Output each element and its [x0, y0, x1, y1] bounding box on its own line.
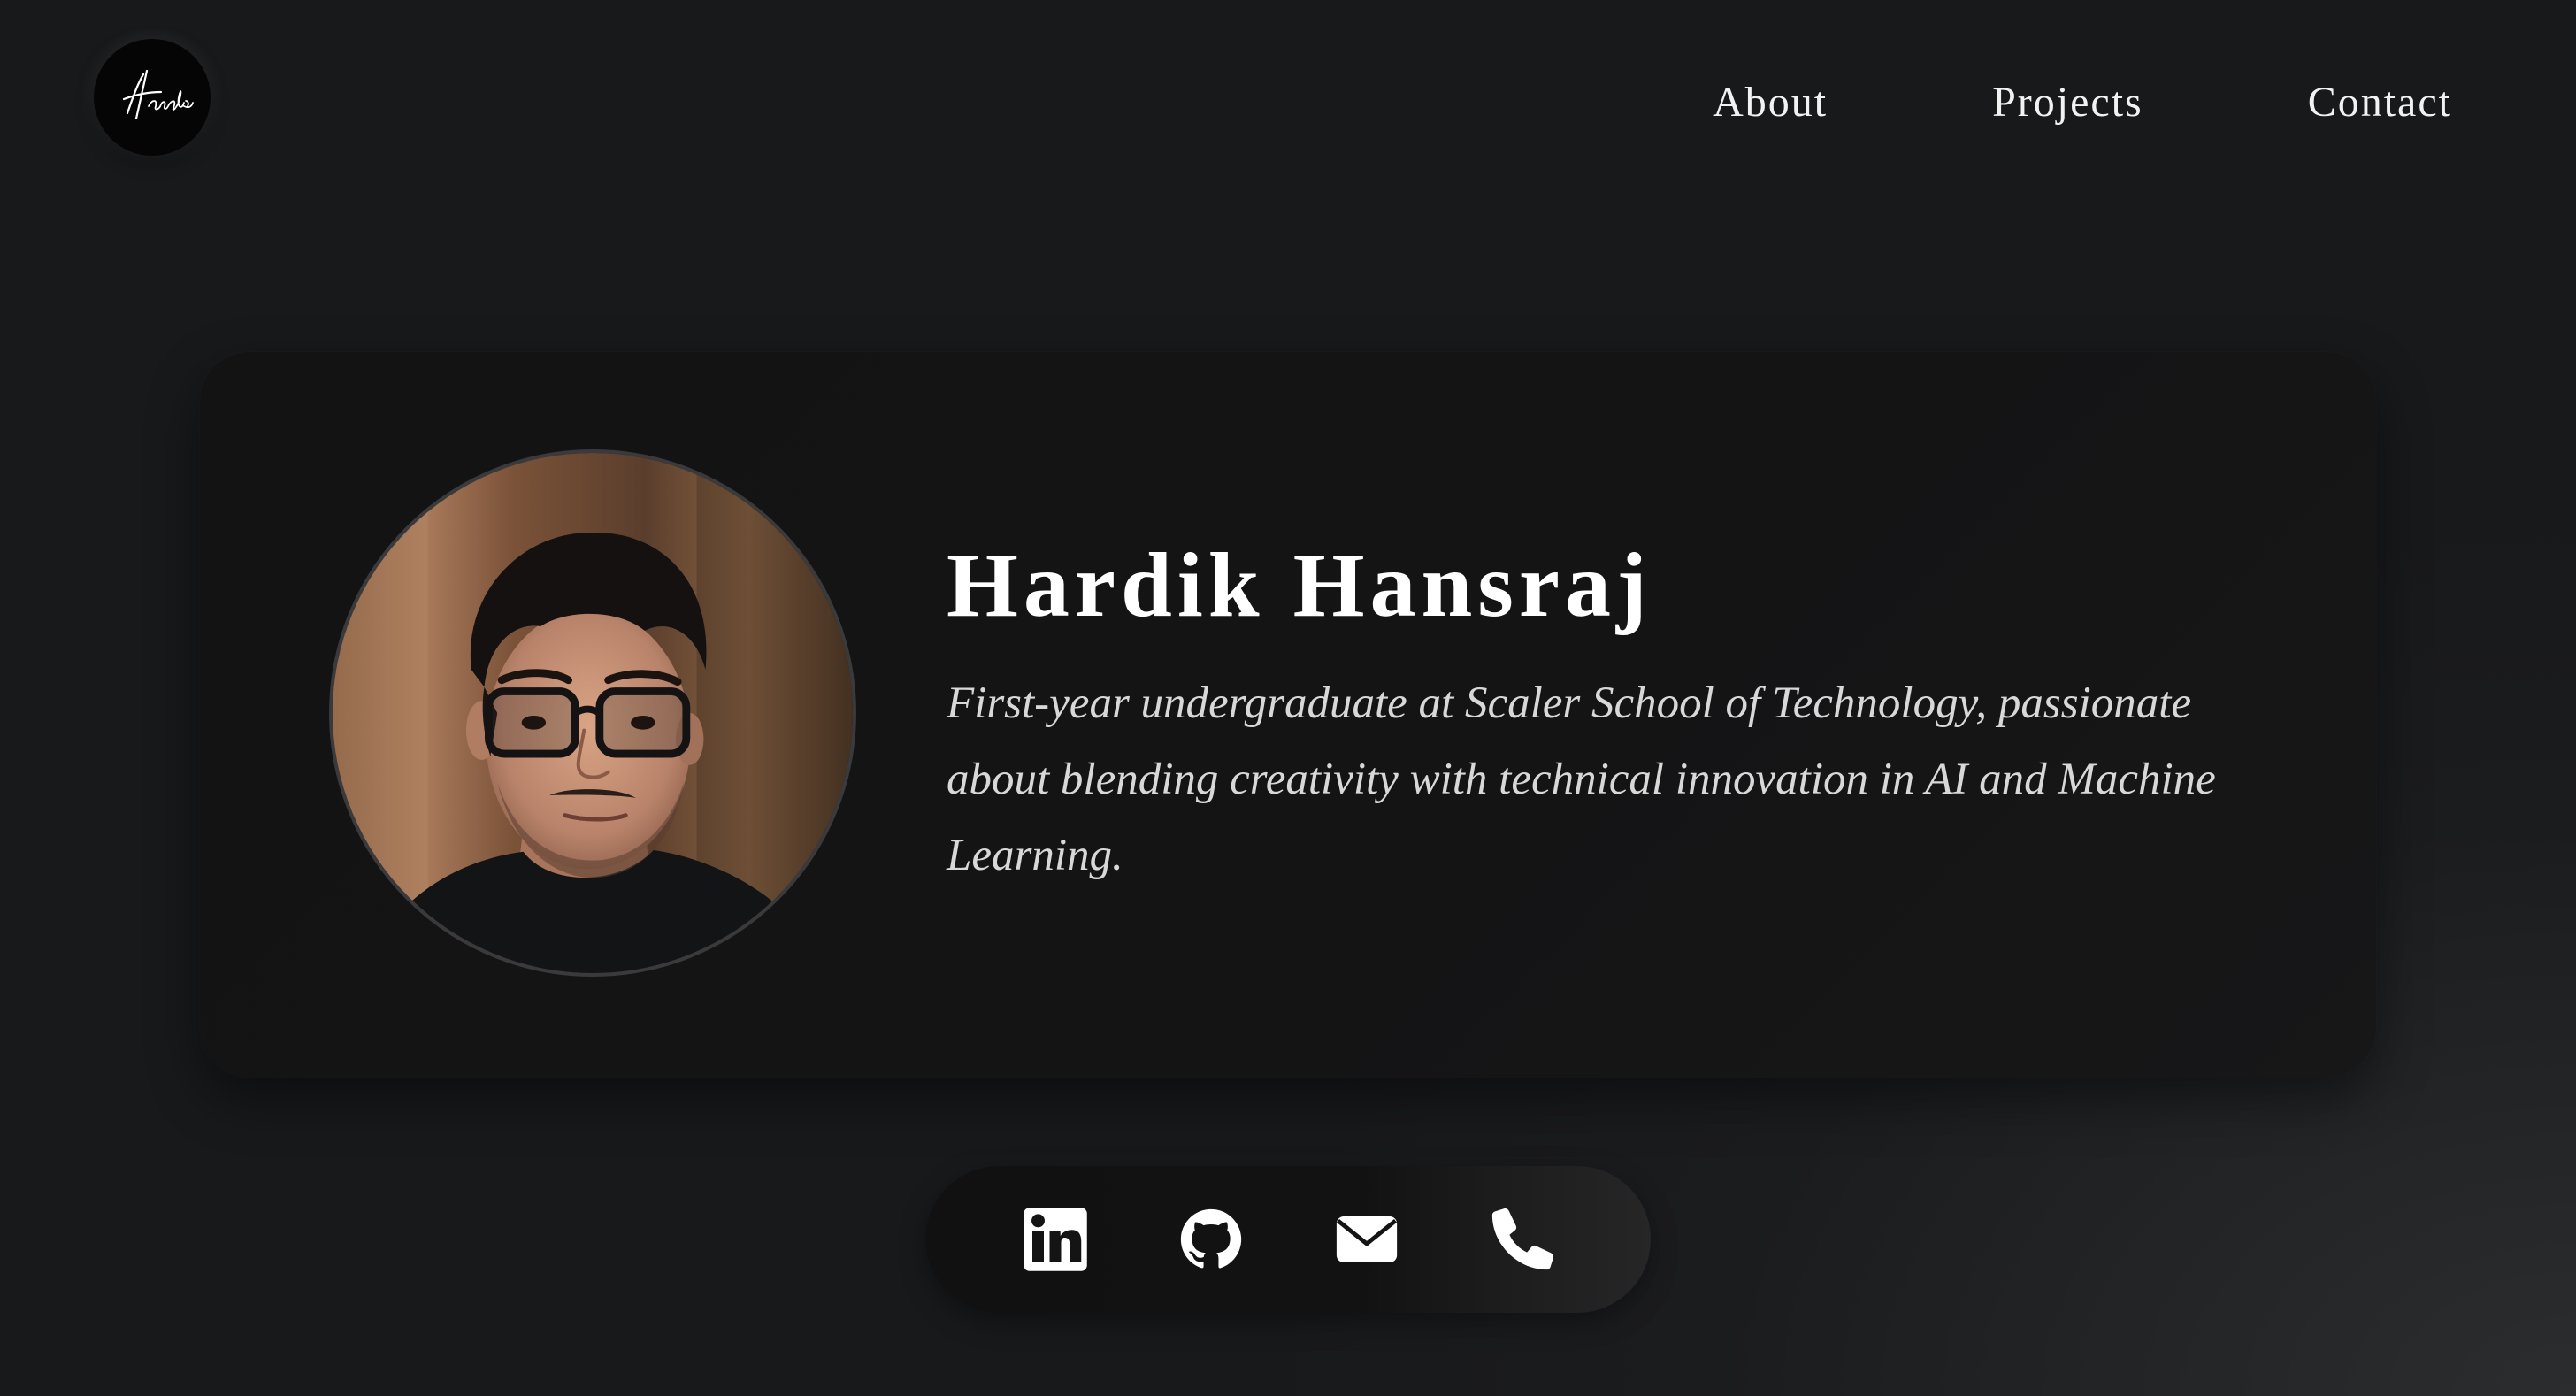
nav-contact[interactable]: Contact [2308, 76, 2452, 129]
nav-projects[interactable]: Projects [1992, 76, 2143, 129]
hero-card: Hardik Hansraj First-year undergraduate … [200, 352, 2376, 1078]
linkedin-icon[interactable] [1021, 1205, 1090, 1274]
avatar [329, 449, 856, 977]
nav-about[interactable]: About [1713, 76, 1828, 129]
email-icon[interactable] [1332, 1205, 1401, 1274]
hero-bio: First-year undergraduate at Scaler Schoo… [947, 679, 2216, 880]
phone-icon[interactable] [1488, 1205, 1557, 1274]
logo[interactable] [94, 39, 211, 156]
signature-logo-icon [122, 69, 194, 120]
profile-photo-icon [333, 453, 853, 973]
hero-name: Hardik Hansraj [947, 534, 1652, 636]
github-icon[interactable] [1177, 1205, 1246, 1274]
hero-text: Hardik Hansraj First-year undergraduate … [947, 529, 2273, 894]
main-nav: About Projects Contact [1713, 76, 2452, 129]
social-links-bar [925, 1166, 1651, 1313]
